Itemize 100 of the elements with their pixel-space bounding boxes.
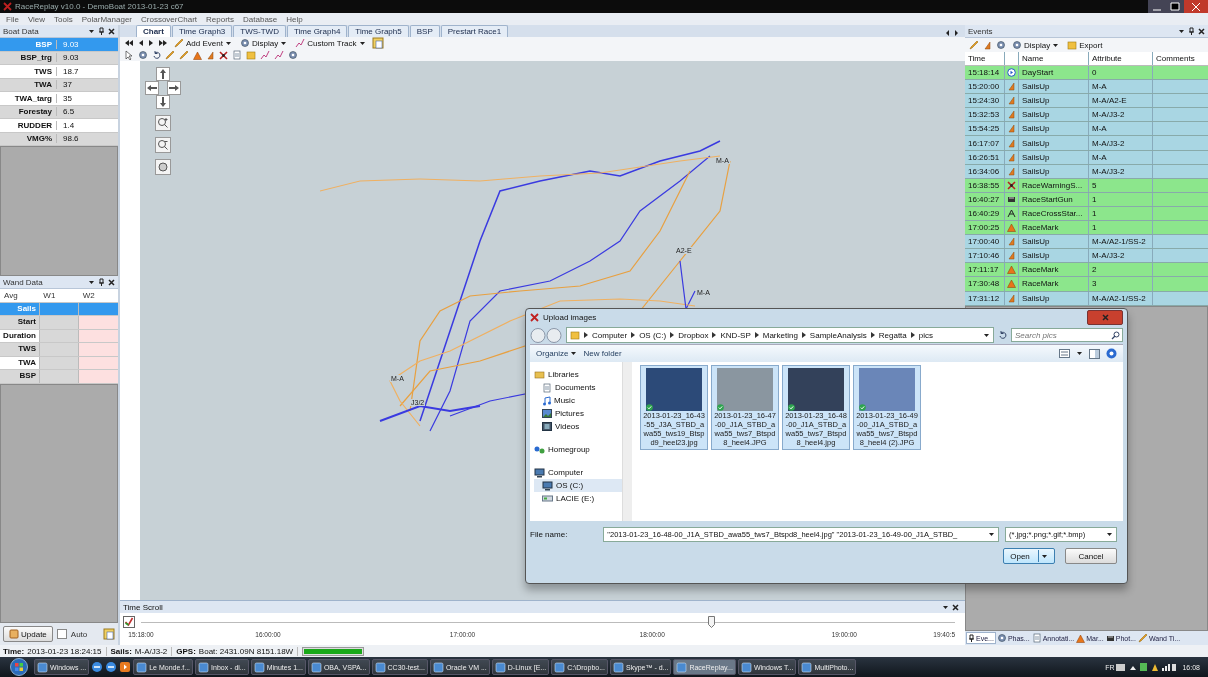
toolbar-button[interactable]: New folder xyxy=(583,349,622,358)
event-row[interactable]: 15:20:00 SailsUp M-A xyxy=(965,80,1208,95)
next-icon[interactable] xyxy=(148,39,154,47)
nav-item[interactable]: Computer xyxy=(534,466,622,479)
breadcrumb[interactable]: KND-SP xyxy=(720,330,751,340)
row-label[interactable]: Start xyxy=(0,316,39,329)
pencil-icon[interactable] xyxy=(969,40,979,50)
breadcrumb[interactable]: Computer xyxy=(592,330,628,340)
cross-icon[interactable] xyxy=(219,50,228,60)
nav-item[interactable]: Pictures xyxy=(534,407,622,420)
address-bar[interactable]: Computer OS (C:) Dropbox KND-SP Marketing SampleAnalysis Regatta pics xyxy=(566,327,994,343)
breadcrumb[interactable]: SampleAnalysis xyxy=(809,330,867,340)
row-label[interactable]: BSP xyxy=(0,370,39,383)
tray-icons-icon[interactable] xyxy=(1116,662,1177,672)
event-row[interactable]: 17:00:40 SailsUp M-A/A2-1/SS-2 xyxy=(965,235,1208,250)
nav-item[interactable]: Music xyxy=(534,394,622,407)
toolbar-button[interactable]: Display xyxy=(1010,40,1062,50)
browser-icon[interactable] xyxy=(91,661,104,673)
close-icon[interactable] xyxy=(1198,27,1205,35)
scrollbar[interactable] xyxy=(622,362,632,521)
data-row[interactable]: TWA_targ 35 xyxy=(0,92,118,106)
caret-icon[interactable] xyxy=(1178,27,1185,35)
menu-item[interactable]: File xyxy=(6,14,19,24)
close-button[interactable] xyxy=(1087,310,1123,325)
clipboard-icon[interactable] xyxy=(103,628,115,640)
row-label[interactable]: TWS xyxy=(0,343,39,356)
event-row[interactable]: 15:32:53 SailsUp M-A/J3-2 xyxy=(965,108,1208,123)
auto-checkbox[interactable] xyxy=(56,629,67,639)
tab[interactable]: TWS-TWD xyxy=(233,25,286,37)
tab[interactable]: Time Graph5 xyxy=(348,25,409,37)
toolbar-button[interactable]: Custom Track xyxy=(293,38,368,48)
breadcrumb[interactable]: Marketing xyxy=(762,330,798,340)
event-row[interactable]: 17:10:46 SailsUp M-A/J3-2 xyxy=(965,249,1208,264)
caret-icon[interactable] xyxy=(942,603,949,611)
nav-item[interactable]: Homegroup xyxy=(534,443,622,456)
event-row[interactable]: 17:30:48 RaceMark 3 xyxy=(965,277,1208,292)
previous-icon[interactable] xyxy=(138,39,144,47)
flag-icon[interactable] xyxy=(983,40,992,50)
data-row[interactable]: TWS 18.7 xyxy=(0,65,118,79)
marker-icon[interactable] xyxy=(193,50,202,60)
tab[interactable]: BSP xyxy=(409,25,440,37)
refresh-icon[interactable] xyxy=(998,330,1007,340)
globe-icon[interactable] xyxy=(154,159,171,175)
close-icon[interactable] xyxy=(952,603,959,611)
scroll-arrows-icon[interactable] xyxy=(945,29,959,37)
view-icon[interactable] xyxy=(1059,349,1070,358)
window-controls-icon[interactable] xyxy=(1148,0,1208,14)
caret-icon[interactable] xyxy=(88,278,95,286)
breadcrumb[interactable]: pics xyxy=(918,330,934,340)
update-button[interactable]: Update xyxy=(3,626,53,642)
data-row[interactable]: RUDDER 1.4 xyxy=(0,119,118,133)
event-row[interactable]: 17:11:17 RaceMark 2 xyxy=(965,263,1208,278)
toolbar-button[interactable]: Organize xyxy=(536,349,578,358)
nav-item[interactable]: Videos xyxy=(534,420,622,433)
pointer-icon[interactable] xyxy=(124,50,134,60)
close-icon[interactable] xyxy=(108,278,115,286)
zoom-in-icon[interactable] xyxy=(154,115,171,131)
globe-icon[interactable] xyxy=(105,661,118,673)
nav-item[interactable]: Documents xyxy=(534,381,622,394)
toolbar-button[interactable]: Add Event xyxy=(172,38,234,48)
search-field[interactable]: Search pics xyxy=(1011,328,1123,342)
event-row[interactable]: 15:18:14 DayStart 0 xyxy=(965,66,1208,81)
caret-icon[interactable] xyxy=(88,27,95,35)
skip-back-icon[interactable] xyxy=(124,39,134,47)
menu-item[interactable]: Tools xyxy=(54,14,73,24)
wave-icon[interactable] xyxy=(274,50,284,60)
tab[interactable]: Time Graph3 xyxy=(171,25,233,37)
breadcrumb[interactable]: OS (C:) xyxy=(639,330,667,340)
tab[interactable]: Chart xyxy=(136,25,171,37)
pin-icon[interactable] xyxy=(98,27,105,35)
slider-thumb[interactable] xyxy=(707,616,715,628)
help-icon[interactable] xyxy=(1106,348,1117,359)
breadcrumb[interactable]: Dropbox xyxy=(678,330,709,340)
menu-item[interactable]: View xyxy=(27,14,46,24)
zoom-out-icon[interactable] xyxy=(154,137,171,153)
tab[interactable]: Prestart Race1 xyxy=(440,25,509,37)
open-button[interactable]: Open xyxy=(1003,548,1055,564)
menu-item[interactable]: Reports xyxy=(206,14,235,24)
close-icon[interactable] xyxy=(108,27,115,35)
tab[interactable]: Time Graph4 xyxy=(286,25,348,37)
media-player-icon[interactable] xyxy=(119,661,132,673)
cancel-button[interactable]: Cancel xyxy=(1065,548,1117,564)
menu-item[interactable]: Help xyxy=(286,14,303,24)
skip-forward-icon[interactable] xyxy=(158,39,168,47)
preview-pane-icon[interactable] xyxy=(1089,348,1100,359)
nav-item[interactable]: Libraries xyxy=(534,368,622,381)
pin-icon[interactable] xyxy=(1188,27,1195,35)
compass-icon[interactable] xyxy=(288,50,298,60)
menu-item[interactable]: Database xyxy=(243,14,278,24)
event-row[interactable]: 16:17:07 SailsUp M-A/J3-2 xyxy=(965,136,1208,151)
checkbox-icon[interactable] xyxy=(123,616,135,628)
event-row[interactable]: 15:54:25 SailsUp M-A xyxy=(965,122,1208,137)
event-row[interactable]: 17:00:25 RaceMark 1 xyxy=(965,221,1208,236)
nav-item[interactable]: LACIE (E:) xyxy=(534,492,622,505)
flag-icon[interactable] xyxy=(260,50,270,60)
nav-item[interactable]: OS (C:) xyxy=(534,479,622,492)
sail-icon[interactable] xyxy=(206,50,215,60)
clipboard-icon[interactable] xyxy=(371,37,384,49)
caret-icon[interactable] xyxy=(1076,350,1083,357)
menu-item[interactable]: PolarManager xyxy=(81,14,133,24)
